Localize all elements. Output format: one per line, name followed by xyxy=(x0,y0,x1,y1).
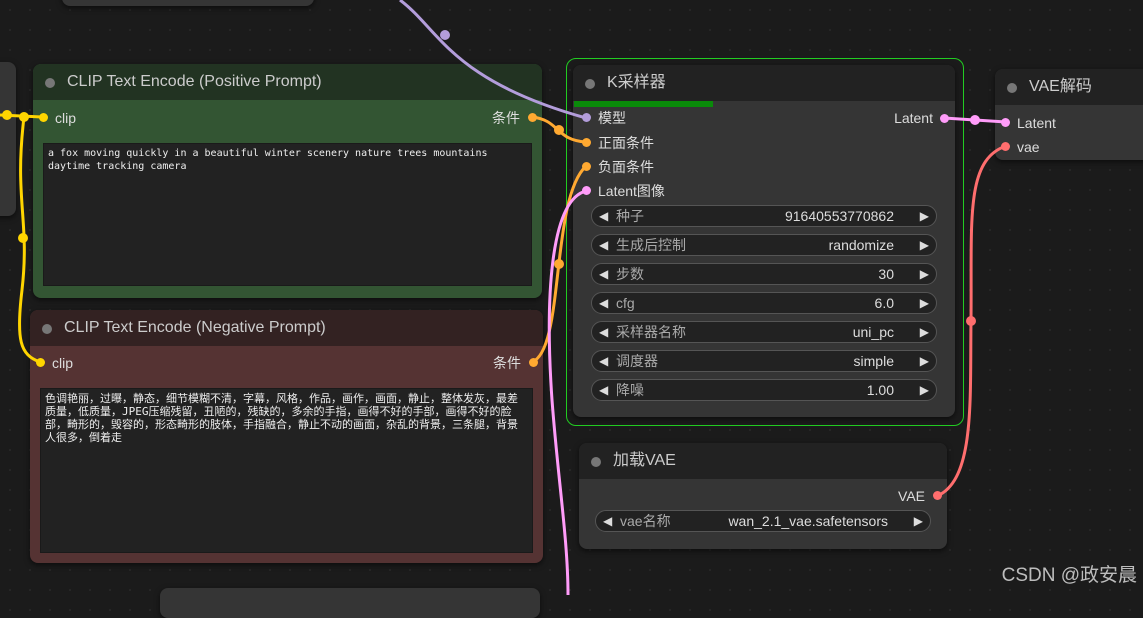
negative-input-slot[interactable] xyxy=(582,162,591,171)
link-latent-midpoint xyxy=(970,115,980,125)
arrow-right-icon[interactable]: ▶ xyxy=(920,235,929,255)
vae-input-slot[interactable] xyxy=(1001,142,1010,151)
clip-text-encode-negative-node[interactable]: CLIP Text Encode (Negative Prompt) clip … xyxy=(30,310,543,563)
positive-input-label: 正面条件 xyxy=(598,135,654,151)
model-input-label: 模型 xyxy=(598,110,626,126)
vae-output-label: VAE xyxy=(898,488,925,504)
latent-output-slot[interactable] xyxy=(940,114,949,123)
widget-label: vae名称 xyxy=(620,513,671,529)
latent-image-input-slot[interactable] xyxy=(582,186,591,195)
node-title-bar[interactable]: CLIP Text Encode (Positive Prompt) xyxy=(33,64,542,100)
widget-value: randomize xyxy=(828,237,894,253)
cfg-widget[interactable]: ◀ cfg 6.0 ▶ xyxy=(591,292,937,314)
latent-input-label: Latent xyxy=(1017,115,1056,131)
node-collapse-dot-icon[interactable] xyxy=(591,457,601,467)
arrow-left-icon[interactable]: ◀ xyxy=(599,293,608,313)
link-positive-midpoint xyxy=(554,125,564,135)
widget-value: 1.00 xyxy=(866,382,894,398)
arrow-right-icon[interactable]: ▶ xyxy=(920,351,929,371)
widget-label: 步数 xyxy=(616,266,644,282)
widget-label: 调度器 xyxy=(616,353,658,369)
clip-input-label: clip xyxy=(55,110,77,126)
arrow-left-icon[interactable]: ◀ xyxy=(599,380,608,400)
execution-progress-bar xyxy=(574,101,713,107)
partial-node-left[interactable] xyxy=(0,62,16,216)
watermark: CSDN @政安晨 xyxy=(1001,565,1137,586)
widget-value: 6.0 xyxy=(874,295,894,311)
clip-text-encode-positive-node[interactable]: CLIP Text Encode (Positive Prompt) clip … xyxy=(33,64,542,298)
negative-prompt-textarea[interactable]: 色调艳丽，过曝，静态，细节模糊不清，字幕，风格，作品，画作，画面，静止，整体发灰… xyxy=(40,388,533,553)
clip-input-slot[interactable] xyxy=(39,113,48,122)
node-collapse-dot-icon[interactable] xyxy=(42,324,52,334)
vae-name-widget[interactable]: ◀ vae名称 wan_2.1_vae.safetensors ▶ xyxy=(595,510,931,532)
arrow-right-icon[interactable]: ▶ xyxy=(920,293,929,313)
link-clip-point-b xyxy=(18,233,28,243)
latent-image-input-label: Latent图像 xyxy=(598,183,665,199)
load-vae-node[interactable]: 加载VAE VAE ◀ vae名称 wan_2.1_vae.safetensor… xyxy=(579,443,947,549)
clip-input-label: clip xyxy=(52,355,74,371)
ksampler-body[interactable]: K采样器 模型 正面条件 负面条件 Latent图像 Latent ◀ 种子 9… xyxy=(573,65,955,417)
node-title: CLIP Text Encode (Positive Prompt) xyxy=(67,73,322,90)
arrow-left-icon[interactable]: ◀ xyxy=(599,235,608,255)
widget-label: cfg xyxy=(616,295,635,311)
arrow-right-icon[interactable]: ▶ xyxy=(920,380,929,400)
link-negative-midpoint xyxy=(554,259,564,269)
widget-label: 采样器名称 xyxy=(616,324,686,340)
widget-label: 降噪 xyxy=(616,382,644,398)
partial-node-top[interactable] xyxy=(62,0,314,6)
negative-input-label: 负面条件 xyxy=(598,159,654,175)
link-vae-midpoint xyxy=(966,316,976,326)
vae-output-slot[interactable] xyxy=(933,491,942,500)
conditioning-output-slot[interactable] xyxy=(528,113,537,122)
node-title: 加载VAE xyxy=(613,452,676,469)
conditioning-output-slot[interactable] xyxy=(529,358,538,367)
clip-input-slot[interactable] xyxy=(36,358,45,367)
arrow-right-icon[interactable]: ▶ xyxy=(920,322,929,342)
node-title-bar[interactable]: VAE解码 xyxy=(995,69,1143,105)
node-collapse-dot-icon[interactable] xyxy=(1007,83,1017,93)
arrow-right-icon[interactable]: ▶ xyxy=(914,511,923,531)
node-title: VAE解码 xyxy=(1029,78,1092,95)
link-model-midpoint xyxy=(440,30,450,40)
widget-label: 生成后控制 xyxy=(616,237,686,253)
latent-output-label: Latent xyxy=(894,110,933,126)
widget-value: simple xyxy=(853,353,894,369)
widget-label: 种子 xyxy=(616,208,644,224)
steps-widget[interactable]: ◀ 步数 30 ▶ xyxy=(591,263,937,285)
node-title: CLIP Text Encode (Negative Prompt) xyxy=(64,319,326,336)
vae-input-label: vae xyxy=(1017,139,1040,155)
graph-canvas[interactable]: CLIP Text Encode (Positive Prompt) clip … xyxy=(0,0,1143,618)
arrow-left-icon[interactable]: ◀ xyxy=(599,322,608,342)
widget-value: wan_2.1_vae.safetensors xyxy=(728,513,888,529)
arrow-left-icon[interactable]: ◀ xyxy=(599,351,608,371)
scheduler-widget[interactable]: ◀ 调度器 simple ▶ xyxy=(591,350,937,372)
arrow-left-icon[interactable]: ◀ xyxy=(599,206,608,226)
node-title-bar[interactable]: 加载VAE xyxy=(579,443,947,479)
widget-value: uni_pc xyxy=(852,324,894,340)
arrow-right-icon[interactable]: ▶ xyxy=(920,264,929,284)
arrow-left-icon[interactable]: ◀ xyxy=(599,264,608,284)
sampler-name-widget[interactable]: ◀ 采样器名称 uni_pc ▶ xyxy=(591,321,937,343)
widget-value: 91640553770862 xyxy=(784,208,894,224)
conditioning-output-label: 条件 xyxy=(492,110,520,126)
control-after-generate-widget[interactable]: ◀ 生成后控制 randomize ▶ xyxy=(591,234,937,256)
positive-prompt-textarea[interactable]: a fox moving quickly in a beautiful wint… xyxy=(43,143,532,286)
partial-node-bottom[interactable] xyxy=(160,588,540,618)
node-title-bar[interactable]: K采样器 xyxy=(573,65,955,101)
node-title: K采样器 xyxy=(607,74,666,91)
link-clip-point-a xyxy=(19,112,29,122)
conditioning-output-label: 条件 xyxy=(493,355,521,371)
vae-decode-node[interactable]: VAE解码 Latent vae xyxy=(995,69,1143,160)
node-collapse-dot-icon[interactable] xyxy=(585,79,595,89)
positive-input-slot[interactable] xyxy=(582,138,591,147)
widget-value: 30 xyxy=(878,266,894,282)
node-collapse-dot-icon[interactable] xyxy=(45,78,55,88)
seed-widget[interactable]: ◀ 种子 91640553770862 ▶ xyxy=(591,205,937,227)
node-title-bar[interactable]: CLIP Text Encode (Negative Prompt) xyxy=(30,310,543,346)
arrow-right-icon[interactable]: ▶ xyxy=(920,206,929,226)
latent-input-slot[interactable] xyxy=(1001,118,1010,127)
model-input-slot[interactable] xyxy=(582,113,591,122)
denoise-widget[interactable]: ◀ 降噪 1.00 ▶ xyxy=(591,379,937,401)
arrow-left-icon[interactable]: ◀ xyxy=(603,511,612,531)
